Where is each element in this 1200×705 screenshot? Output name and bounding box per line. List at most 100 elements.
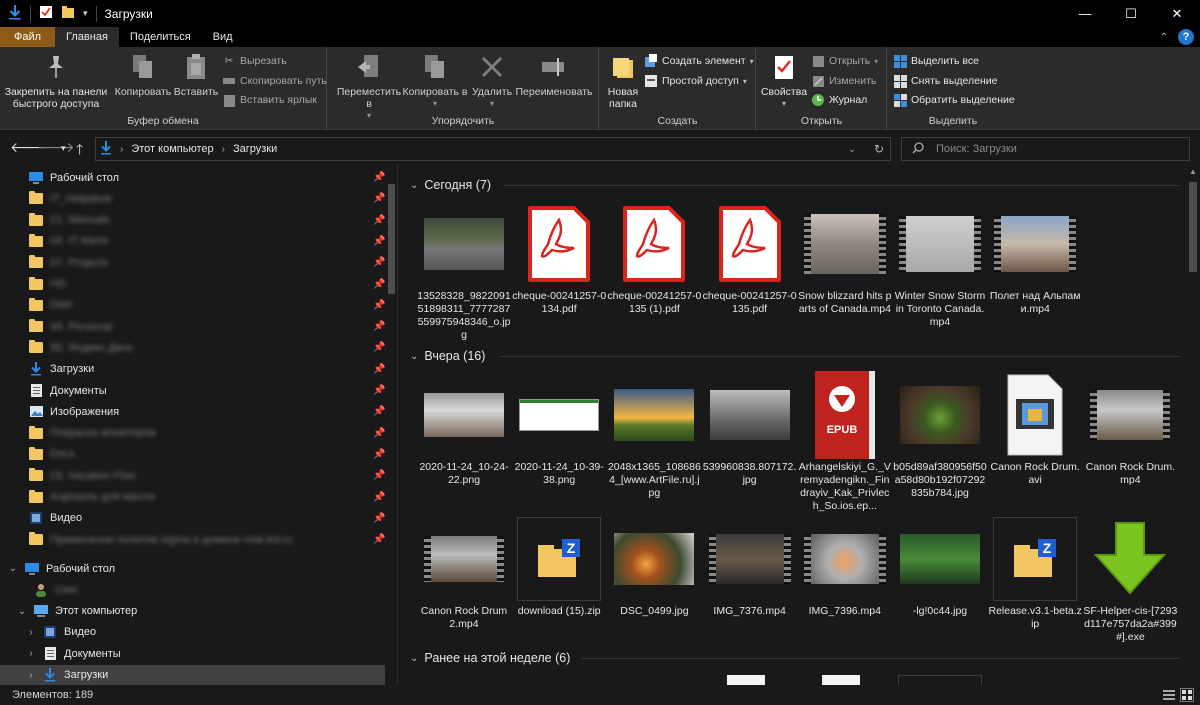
customize-toolbar-icon[interactable]: ▾ (83, 8, 88, 19)
pinned-icon[interactable]: 📌 (373, 257, 385, 268)
quick-access-item[interactable]: 95. Яндекс.Диск (28, 337, 368, 358)
tree-item[interactable]: User (0, 579, 385, 600)
pinned-icon[interactable]: 📌 (373, 449, 385, 460)
scrollbar-thumb[interactable] (1189, 182, 1197, 272)
partial-file-tile[interactable] (727, 675, 765, 685)
group-header[interactable]: ⌄ Сегодня (7) (410, 175, 491, 195)
address-bar[interactable]: › Этот компьютер › Загрузки ⌄ ↻ (95, 137, 891, 161)
recent-locations-icon[interactable]: ▾ (61, 143, 66, 154)
file-tile[interactable]: EPUB Arhangelskiyi_G._Vremyadengikn._Find… (798, 371, 892, 513)
select-all-button[interactable]: Выделить все (893, 54, 979, 68)
pinned-icon[interactable]: 📌 (373, 534, 385, 545)
pinned-icon[interactable]: 📌 (373, 236, 385, 247)
tree-item[interactable]: ⌄ Рабочий стол (0, 558, 385, 579)
content-scrollbar[interactable]: ▲ (1186, 165, 1200, 685)
file-tile[interactable]: b05d89af380956f50a58d80b192f07292835b784… (893, 371, 987, 500)
file-tile[interactable]: Canon Rock Drum.avi (988, 371, 1082, 487)
cut-button[interactable]: ✂ Вырезать (222, 54, 287, 68)
collapse-chevron-icon[interactable]: ⌄ (410, 653, 418, 664)
pinned-icon[interactable]: 📌 (373, 492, 385, 503)
file-tile[interactable]: cheque-00241257-0135.pdf (703, 200, 797, 316)
minimize-button[interactable]: — (1062, 0, 1108, 27)
pin-quick-access-button[interactable]: Закрепить на панели быстрого доступа (4, 51, 108, 110)
up-arrow-icon[interactable]: 🡑 (76, 139, 83, 163)
quick-access-item[interactable]: Рабочий стол (28, 167, 368, 188)
file-tile[interactable]: 539960838.807172.jpg (703, 371, 797, 487)
copy-to-button[interactable]: Копировать в ▾ (402, 51, 468, 110)
file-tile[interactable]: Canon Rock Drum.mp4 (1083, 371, 1177, 487)
tree-item[interactable]: › Загрузки (0, 664, 385, 685)
pinned-icon[interactable]: 📌 (373, 428, 385, 439)
file-tile[interactable]: Z Release.v3.1-beta.zip (988, 515, 1082, 631)
file-tile[interactable]: cheque-00241257-0134.pdf (512, 200, 606, 316)
collapse-chevron-icon[interactable]: ⌄ (410, 351, 418, 362)
file-tile[interactable]: Winter Snow Storm in Toronto Canada.mp4 (893, 200, 987, 329)
refresh-icon[interactable]: ↻ (874, 142, 884, 156)
file-tile[interactable]: 2048x1365_1086864_[www.ArtFile.ru].jpg (607, 371, 701, 500)
details-view-icon[interactable] (1162, 688, 1176, 702)
quick-access-item[interactable]: 07. Projects (28, 252, 368, 273)
copy-button[interactable]: Копировать (112, 51, 174, 98)
close-button[interactable]: ✕ (1154, 0, 1200, 27)
pinned-icon[interactable]: 📌 (373, 300, 385, 311)
pinned-icon[interactable]: 📌 (373, 193, 385, 204)
quick-access-item[interactable]: 01. Manuals (28, 210, 368, 231)
quick-access-item[interactable]: Покраска мониторов (28, 423, 368, 444)
search-box[interactable]: Поиск: Загрузки (901, 137, 1190, 161)
tab-home[interactable]: Главная (55, 27, 119, 47)
quick-access-item[interactable]: Изображения (28, 401, 368, 422)
file-tile[interactable]: Полет над Альпами.mp4 (988, 200, 1082, 316)
scroll-up-icon[interactable]: ▲ (1189, 167, 1197, 176)
file-tile[interactable]: 2020-11-24_10-39-38.png (512, 371, 606, 487)
edit-button[interactable]: Изменить (811, 74, 876, 88)
collapse-chevron-icon[interactable]: ⌄ (410, 180, 418, 191)
select-none-button[interactable]: Снять выделение (893, 74, 997, 88)
move-to-button[interactable]: Переместить в ▾ (336, 51, 402, 122)
new-item-button[interactable]: Создать элемент ▾ (644, 54, 754, 68)
large-icons-view-icon[interactable] (1180, 688, 1194, 702)
quick-access-item[interactable]: Distr (28, 295, 368, 316)
help-icon[interactable]: ? (1178, 29, 1194, 45)
breadcrumb-this-pc[interactable]: Этот компьютер (131, 143, 213, 155)
tab-view[interactable]: Вид (202, 27, 244, 47)
file-tile[interactable]: -lg!0c44.jpg (893, 515, 987, 618)
quick-access-item[interactable]: Документы (28, 380, 368, 401)
copy-path-button[interactable]: Скопировать путь (222, 74, 327, 88)
quick-access-item[interactable]: 04. IT Alerts (28, 231, 368, 252)
paste-button[interactable]: Вставить (172, 51, 220, 98)
pinned-icon[interactable]: 📌 (373, 215, 385, 226)
file-tile[interactable]: DSC_0499.jpg (607, 515, 701, 618)
delete-button[interactable]: Удалить ▾ (470, 51, 514, 110)
tab-share[interactable]: Поделиться (119, 27, 202, 47)
file-tile[interactable]: IMG_7376.mp4 (703, 515, 797, 618)
group-header[interactable]: ⌄ Ранее на этой неделе (6) (410, 648, 570, 668)
open-button[interactable]: Открыть ▾ (811, 54, 878, 68)
invert-selection-button[interactable]: Обратить выделение (893, 93, 1015, 107)
pinned-icon[interactable]: 📌 (373, 385, 385, 396)
pinned-icon[interactable]: 📌 (373, 513, 385, 524)
file-tile[interactable]: cheque-00241257-0135 (1).pdf (607, 200, 701, 316)
pinned-icon[interactable]: 📌 (373, 279, 385, 290)
maximize-button[interactable]: ☐ (1108, 0, 1154, 27)
file-tile[interactable]: Canon Rock Drum2.mp4 (417, 515, 511, 631)
expanded-chevron-icon[interactable]: ⌄ (15, 606, 29, 617)
quick-access-item[interactable]: Docs (28, 444, 368, 465)
address-dropdown-icon[interactable]: ⌄ (848, 144, 856, 155)
properties-icon[interactable] (39, 5, 53, 22)
pinned-icon[interactable]: 📌 (373, 172, 385, 183)
pinned-icon[interactable]: 📌 (373, 342, 385, 353)
pinned-icon[interactable]: 📌 (373, 470, 385, 481)
group-header[interactable]: ⌄ Вчера (16) (410, 346, 485, 366)
file-tile[interactable]: 13528328_982209151898311_777728755997594… (417, 200, 511, 342)
quick-access-item[interactable]: IT_Helpdesk (28, 188, 368, 209)
forward-arrow-icon[interactable]: 🡒 (37, 139, 75, 156)
new-folder-button[interactable]: Новая папка (602, 51, 644, 110)
breadcrumb-downloads[interactable]: Загрузки (233, 143, 277, 155)
collapsed-chevron-icon[interactable]: › (24, 627, 38, 638)
quick-access-item[interactable]: HD (28, 274, 368, 295)
collapsed-chevron-icon[interactable]: › (24, 648, 38, 659)
quick-access-item[interactable]: Видео (28, 508, 368, 529)
tree-item[interactable]: › Документы (0, 643, 385, 664)
pinned-icon[interactable]: 📌 (373, 406, 385, 417)
partial-file-tile[interactable] (898, 675, 982, 685)
